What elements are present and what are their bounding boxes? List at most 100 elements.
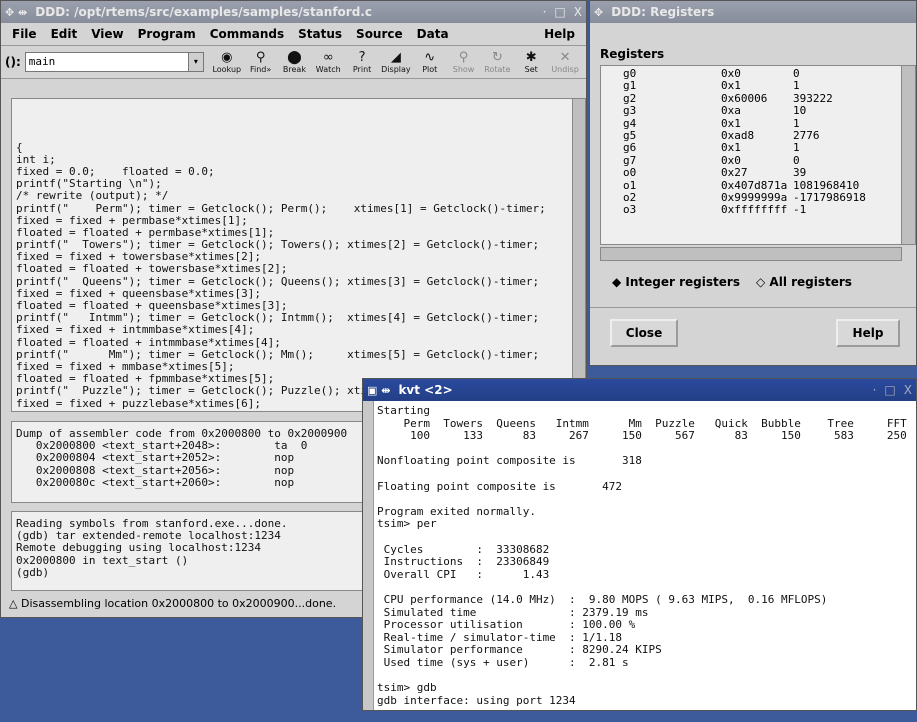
register-value: 1 — [793, 79, 800, 93]
close-button[interactable]: X — [904, 383, 912, 397]
register-name: g2 — [623, 91, 637, 105]
menu-commands[interactable]: Commands — [210, 27, 284, 41]
source-line: fixed = fixed + intmmbase*xtimes[4]; — [16, 323, 255, 337]
tool-label: Lookup — [212, 64, 242, 74]
show-icon: ⚲ — [458, 49, 469, 65]
tool-print-button[interactable]: ? Print — [345, 49, 379, 74]
registers-title: DDD: Registers — [611, 5, 715, 19]
registers-scrollbar[interactable] — [901, 66, 915, 244]
tool-rotate-button[interactable]: ↻ Rotate — [480, 50, 514, 74]
register-row[interactable]: g7 0x0 0 — [623, 153, 913, 167]
registers-divider — [590, 307, 916, 308]
asm-line: 0x2000804 <text_start+2052>: nop — [16, 451, 295, 465]
terminal-line: Starting — [377, 405, 430, 417]
register-row[interactable]: o3 0xffffffff -1 — [623, 203, 913, 217]
console-line: Remote debugging using localhost:1234 — [16, 541, 262, 555]
menu-status[interactable]: Status — [298, 27, 342, 41]
tool-label: Set — [524, 64, 538, 74]
help-registers-button[interactable]: Help — [836, 319, 900, 347]
register-row[interactable]: g1 0x1 1 — [623, 79, 913, 93]
register-value: 1 — [793, 141, 800, 155]
register-row[interactable]: o0 0x27 39 — [623, 166, 913, 180]
window-menu-icon[interactable]: ✥ — [594, 6, 603, 19]
register-value: 393222 — [793, 91, 833, 105]
assembler-pane[interactable]: Dump of assembler code from 0x2000800 to… — [11, 421, 371, 503]
registers-hscrollbar[interactable] — [600, 247, 902, 261]
ddd-titlebar[interactable]: ✥ ⇹ DDD: /opt/rtems/src/examples/samples… — [1, 1, 586, 23]
menu-program[interactable]: Program — [138, 27, 196, 41]
radio-selected-icon: ◆ — [612, 275, 622, 289]
registers-titlebar[interactable]: ✥ DDD: Registers — [590, 1, 916, 23]
source-code-pane[interactable]: {int i; fixed = 0.0; floated = 0.0; printf… — [11, 98, 586, 412]
registers-list[interactable]: g0 0x0 0 g1 0x1 1 g2 0x60006 393222 g3 0xa 10 g4 0x1 1… — [600, 65, 916, 245]
plot-icon: ∿ — [424, 49, 436, 65]
terminal-output[interactable]: Starting Perm Towers Queens Intmm Mm Puz… — [377, 405, 915, 709]
source-line: printf(" Perm"); timer = Getclock(); Per… — [16, 201, 546, 215]
window-menu-icon[interactable]: ▣ ⇹ — [367, 384, 390, 397]
tool-lookup-button[interactable]: ◉ Lookup — [210, 50, 244, 74]
menu-view[interactable]: View — [91, 27, 123, 41]
close-registers-button[interactable]: Close — [610, 319, 678, 347]
menu-data[interactable]: Data — [417, 27, 449, 41]
tool-label: Break — [282, 64, 306, 74]
tool-display-button[interactable]: ◢ Display — [379, 49, 413, 74]
terminal-line: CPU performance (14.0 MHz) : 9.80 MOPS (… — [377, 592, 828, 606]
register-name: o0 — [623, 166, 637, 180]
register-hex: 0x27 — [721, 166, 748, 180]
kvt-scrollbar[interactable] — [363, 401, 374, 710]
maximize-button[interactable]: □ — [884, 383, 895, 397]
source-scrollbar[interactable] — [572, 99, 585, 411]
register-row[interactable]: g3 0xa 10 — [623, 104, 913, 117]
source-line: floated = floated + intmmbase*xtimes[4]; — [16, 335, 281, 349]
terminal-line: gdb interface: using port 1234 — [377, 693, 576, 707]
undisp-icon: ✕ — [559, 49, 571, 65]
terminal-line: tsim> gdb — [377, 681, 437, 695]
tool-undisp-button[interactable]: ✕ Undisp — [548, 49, 582, 74]
tool-label: Print — [352, 64, 372, 74]
tool-watch-button[interactable]: ∞ Watch — [311, 50, 345, 74]
radio-all-registers[interactable]: ◇ All registers — [756, 275, 852, 289]
menu-help[interactable]: Help — [544, 27, 575, 41]
tool-set-button[interactable]: ✱ Set — [514, 50, 548, 74]
radio-integer-registers[interactable]: ◆ Integer registers — [612, 275, 740, 289]
gdb-console-pane[interactable]: Reading symbols from stanford.exe...done… — [11, 511, 371, 591]
print-icon: ? — [358, 49, 366, 65]
tool-find-button[interactable]: ⚲ Find» — [244, 49, 278, 74]
menu-file[interactable]: File — [12, 27, 37, 41]
register-row[interactable]: g0 0x0 0 — [623, 67, 913, 80]
tool-break-button[interactable]: ⬤ Break — [278, 50, 312, 74]
register-name: g5 — [623, 128, 637, 142]
asm-line: 0x200080c <text_start+2060>: nop — [16, 475, 295, 489]
register-row[interactable]: g6 0x1 1 — [623, 141, 913, 155]
register-hex: 0xffffffff — [721, 203, 788, 217]
close-button[interactable]: X — [574, 5, 582, 19]
register-row[interactable]: g2 0x60006 393222 — [623, 91, 913, 105]
display-icon: ◢ — [390, 49, 401, 65]
tool-show-button[interactable]: ⚲ Show — [447, 49, 481, 74]
register-name: g6 — [623, 141, 637, 155]
minimize-button[interactable]: · — [543, 5, 547, 19]
register-name: g7 — [623, 153, 637, 167]
tool-plot-button[interactable]: ∿ Plot — [413, 49, 447, 74]
register-name: g1 — [623, 79, 637, 93]
tool-label: Display — [381, 64, 411, 74]
register-value: 2776 — [793, 128, 820, 142]
kvt-titlebar[interactable]: ▣ ⇹ kvt <2> · □ X — [363, 379, 916, 401]
arg-dropdown-button[interactable]: ▾ — [187, 52, 204, 72]
maximize-button[interactable]: □ — [554, 5, 565, 19]
register-row[interactable]: g5 0xad8 2776 — [623, 128, 913, 142]
source-line: /* rewrite (output); */ — [16, 189, 169, 203]
status-bar: △ Disassembling location 0x2000800 to 0x… — [5, 595, 365, 612]
toolbar: (): main ▾ ◉ Lookup ⚲ Find» ⬤ Break ∞ Watch? Pri… — [1, 46, 586, 79]
source-line: { — [16, 140, 23, 154]
menu-edit[interactable]: Edit — [51, 27, 78, 41]
register-row[interactable]: g4 0x1 1 — [623, 117, 913, 130]
find-icon: ⚲ — [255, 49, 266, 65]
window-menu-icon[interactable]: ✥ ⇹ — [5, 6, 27, 19]
menu-source[interactable]: Source — [356, 27, 403, 41]
arg-input[interactable]: main — [24, 52, 204, 72]
registers-window: ✥ DDD: Registers Registers g0 0x0 0 g1 0x1 1 g… — [589, 0, 917, 366]
tool-label: Find» — [249, 64, 272, 74]
minimize-button[interactable]: · — [873, 383, 877, 397]
